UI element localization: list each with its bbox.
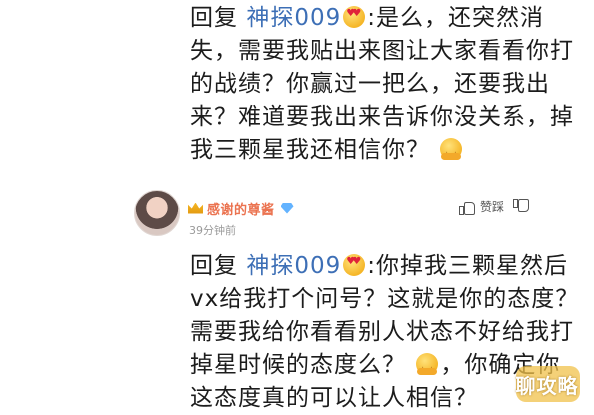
hug-emoji-icon [416,353,439,375]
comment-actions: 赞踩 [458,198,528,215]
reply-prefix: 回复 [190,5,238,31]
diamond-vip-icon [280,202,294,214]
like-dislike-label[interactable]: 赞踩 [480,198,504,215]
reply-prefix: 回复 [190,253,238,279]
watermark: 聊攻略 [504,364,590,404]
mention-link[interactable]: 神探009 [246,5,341,31]
thumb-down-icon[interactable] [512,199,528,215]
username[interactable]: 感谢的尊酱 [207,199,275,218]
heart-eyes-emoji-icon [343,254,366,276]
heart-eyes-emoji-icon [343,6,366,28]
comment-time: 39分钟前 [189,224,236,237]
watermark-text: 聊攻略 [515,373,579,398]
mention-link[interactable]: 神探009 [246,253,341,279]
avatar[interactable] [134,190,180,236]
hug-emoji-icon [440,138,463,160]
comment-body-1: 回复 神探009:是么，还突然消失，需要我贴出来图让大家看看你打的战绩？你赢过一… [190,2,580,167]
thumb-up-icon[interactable] [458,199,475,215]
crown-icon [188,202,203,214]
username-row: 感谢的尊酱 [188,197,294,219]
